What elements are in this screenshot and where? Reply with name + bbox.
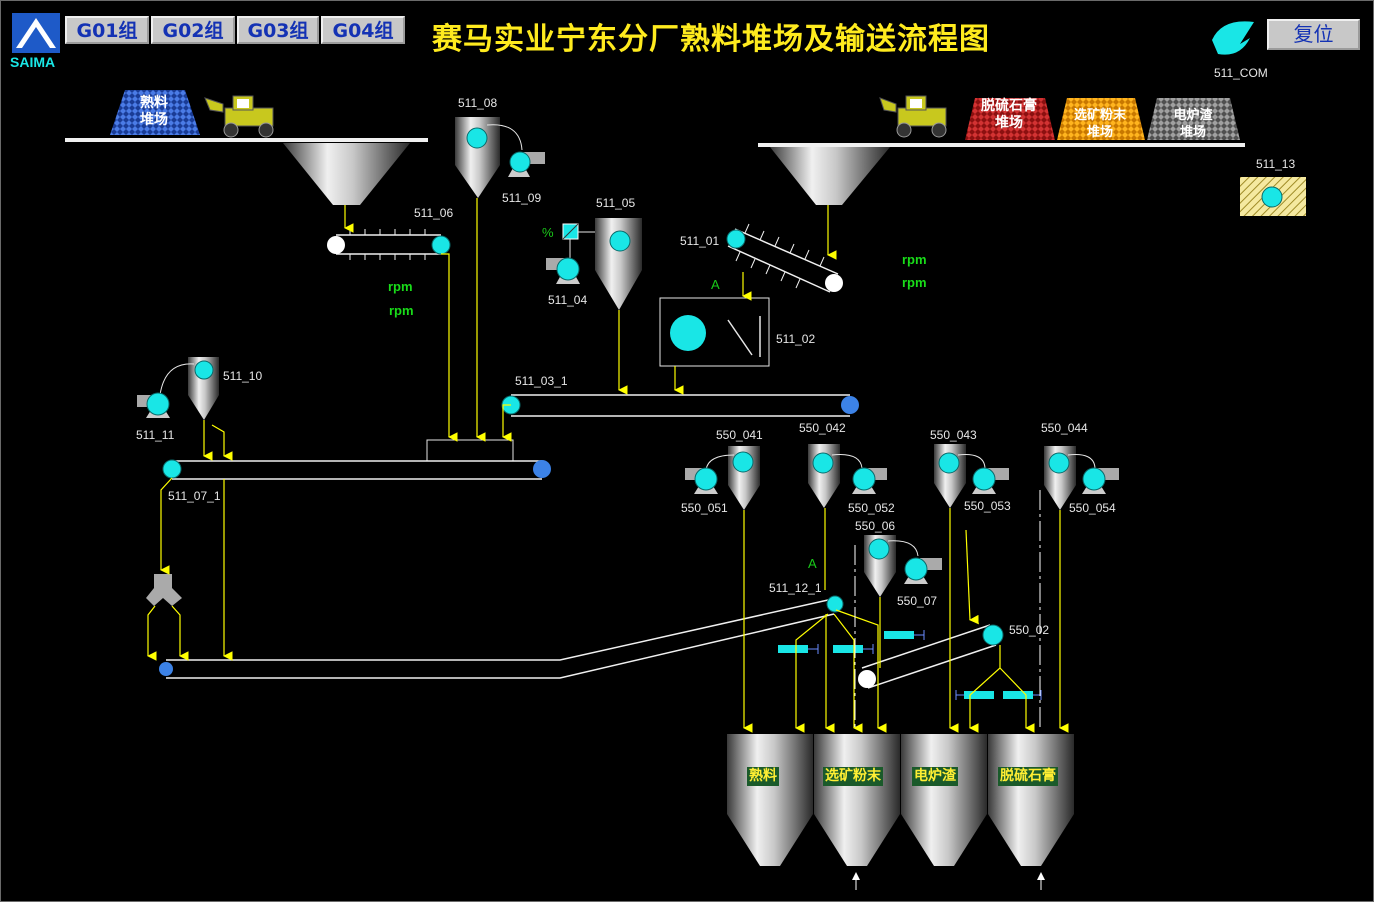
belt-511-03-1[interactable]: [501, 394, 859, 417]
hopper-right: [770, 147, 890, 205]
fan-550-054-icon[interactable]: [1082, 467, 1119, 494]
tag-511-11: 511_11: [136, 428, 175, 442]
tag-511-05: 511_05: [596, 196, 636, 210]
tag-550-06: 550_06: [855, 519, 896, 533]
motor-550-06-icon[interactable]: [868, 538, 890, 560]
percent-mark: %: [542, 225, 554, 240]
speed-unit-4: rpm: [902, 275, 927, 290]
motor-550-043-icon[interactable]: [938, 452, 960, 474]
right-yard-floor: [758, 143, 1245, 147]
motor-550-041-icon[interactable]: [732, 451, 754, 473]
gate-valve-2[interactable]: [833, 644, 874, 654]
tag-511-12-1: 511_12_1: [769, 581, 822, 595]
three-way-splitter-icon[interactable]: [146, 574, 182, 606]
loader-icon: [204, 95, 274, 138]
pile-label-ore-powder: 选矿粉末 堆场: [1073, 108, 1126, 140]
speed-unit-1: rpm: [388, 279, 413, 294]
fan-550-053-icon[interactable]: [972, 467, 1009, 494]
current-mark-1: A: [711, 277, 720, 292]
pile-label-clinker: 熟料 堆场: [140, 95, 168, 128]
tag-550-041: 550_041: [716, 428, 763, 442]
fan-550-051-icon[interactable]: [685, 467, 718, 494]
fan-511-09-icon[interactable]: [508, 151, 545, 177]
motor-511-05-icon[interactable]: [609, 230, 631, 252]
tag-511-04: 511_04: [548, 293, 588, 307]
silo-gypsum[interactable]: [988, 734, 1074, 866]
pile-label-furnace-slag: 电炉渣 堆场: [1173, 108, 1213, 140]
tag-550-07: 550_07: [897, 594, 938, 608]
chute-511-07: [426, 439, 514, 462]
speed-unit-3: rpm: [902, 252, 927, 267]
tag-550-02: 550_02: [1009, 623, 1050, 637]
gate-valve-1[interactable]: [778, 644, 819, 654]
group-button-g03[interactable]: G03组: [237, 16, 319, 44]
motor-550-044-icon[interactable]: [1048, 452, 1070, 474]
tag-511-03-1: 511_03_1: [515, 374, 568, 388]
speed-unit-2: rpm: [389, 303, 414, 318]
tag-550-052: 550_052: [848, 501, 895, 515]
motor-511-08-icon[interactable]: [466, 127, 488, 149]
silo-ore-powder[interactable]: [814, 734, 900, 866]
belt-511-01[interactable]: [726, 223, 843, 293]
tag-511-10: 511_10: [223, 369, 263, 383]
silo-outlet-arrow-icon: [852, 872, 1045, 890]
current-mark-2: A: [808, 556, 817, 571]
tag-511-06: 511_06: [414, 206, 454, 220]
tag-511-09: 511_09: [502, 191, 542, 205]
loader-icon-right: [879, 95, 947, 138]
fan-550-07-icon[interactable]: [904, 557, 942, 584]
silo-label-ore-powder: 选矿粉末: [823, 767, 883, 786]
crusher-rotor-icon: [670, 315, 706, 351]
gate-valve-3[interactable]: [884, 630, 925, 640]
tag-550-054: 550_054: [1069, 501, 1116, 515]
tag-511-07-1: 511_07_1: [168, 489, 221, 503]
belt-511-06[interactable]: [327, 229, 451, 260]
belt-long-bottom[interactable]: [159, 599, 835, 679]
tag-550-053: 550_053: [964, 499, 1011, 513]
group-button-g02[interactable]: G02组: [151, 16, 235, 44]
tag-511-13: 511_13: [1256, 157, 1296, 171]
silo-label-gypsum: 脱硫石膏: [998, 767, 1058, 786]
logo-text: SAIMA: [10, 54, 56, 70]
pile-label-gypsum: 脱硫石膏 堆场: [981, 98, 1037, 131]
gate-valve-4[interactable]: [955, 690, 994, 700]
fan-550-052-icon[interactable]: [852, 467, 887, 494]
com-tag: 511_COM: [1214, 66, 1268, 80]
tag-550-042: 550_042: [799, 421, 846, 435]
reset-button[interactable]: 复位: [1267, 19, 1360, 50]
motor-511-13-icon[interactable]: [1261, 186, 1283, 208]
tag-511-02: 511_02: [776, 332, 816, 346]
silo-furnace-slag[interactable]: [901, 734, 987, 866]
tag-550-044: 550_044: [1041, 421, 1088, 435]
belt-511-07-1[interactable]: [162, 459, 551, 480]
motor-511-10-icon[interactable]: [194, 360, 214, 380]
motor-550-042-icon[interactable]: [812, 452, 834, 474]
tag-511-01: 511_01: [680, 234, 720, 248]
fan-511-11-icon[interactable]: [137, 392, 170, 418]
group-button-g01[interactable]: G01组: [65, 16, 149, 44]
communication-status-icon[interactable]: [1212, 21, 1254, 55]
silo-clinker[interactable]: [727, 734, 813, 866]
motor-511-12-1-icon[interactable]: [826, 595, 844, 613]
fan-511-04-icon[interactable]: [546, 257, 580, 284]
silo-label-furnace-slag: 电炉渣: [912, 767, 958, 786]
tag-550-043: 550_043: [930, 428, 977, 442]
tag-511-08: 511_08: [458, 96, 498, 110]
tag-550-051: 550_051: [681, 501, 728, 515]
silo-label-clinker: 熟料: [747, 767, 779, 786]
group-button-g04[interactable]: G04组: [321, 16, 405, 44]
saima-logo-icon: [12, 13, 60, 53]
page-title: 赛马实业宁东分厂熟料堆场及输送流程图: [432, 22, 990, 57]
hopper-left: [283, 143, 410, 205]
